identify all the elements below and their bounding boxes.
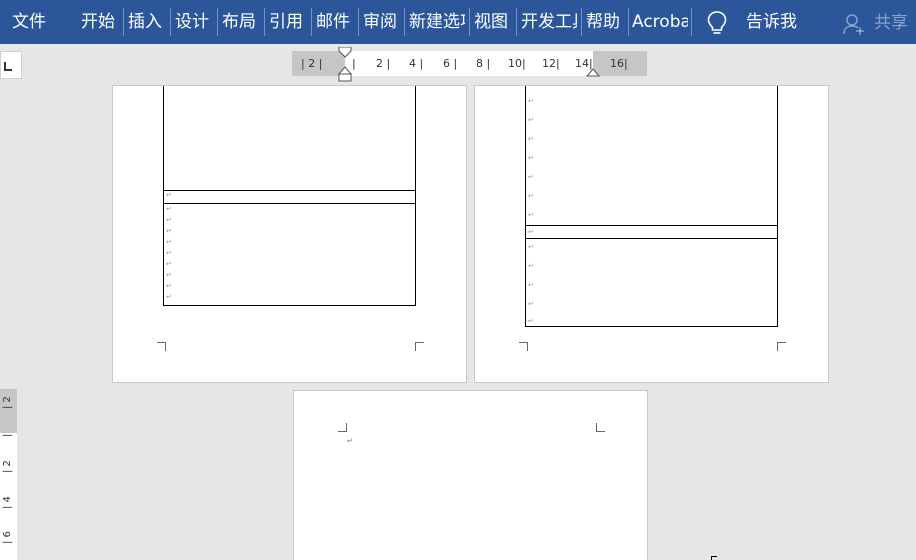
- tab-references[interactable]: 引用: [269, 0, 307, 44]
- ruler-tick-mark: |: [352, 57, 356, 70]
- tab-stop-selector[interactable]: [0, 51, 22, 79]
- tab-mailings[interactable]: 邮件: [316, 0, 354, 44]
- tab-new-tab[interactable]: 新建选项卡: [409, 0, 465, 44]
- paragraph-mark: ↵: [528, 135, 534, 143]
- paragraph-mark: ↵: [166, 249, 172, 257]
- paragraph-mark: ↵: [528, 97, 534, 105]
- tab-separator: [358, 8, 359, 36]
- ruler-tick-label: 12|: [542, 57, 560, 70]
- paragraph-mark: ↵: [528, 228, 534, 236]
- ribbon-tab-bar: 文件 开始 插入 设计 布局 引用 邮件 审阅 新建选项卡 视图 开发工具 帮助…: [0, 0, 916, 44]
- document-page[interactable]: ↵ ↵ ↵ ↵ ↵ ↵ ↵ ↵ ↵ ↵ ↵ ↵ ↵: [474, 85, 829, 383]
- tab-developer[interactable]: 开发工具: [521, 0, 577, 44]
- ruler-tick-label: 2 |: [376, 57, 391, 70]
- paragraph-mark: ↵: [528, 243, 534, 251]
- ruler-tick-label: | 4: [2, 496, 13, 509]
- mouse-pointer-icon: [711, 556, 717, 560]
- tab-separator: [170, 8, 171, 36]
- tab-separator: [264, 8, 265, 36]
- right-indent-marker[interactable]: [586, 67, 600, 77]
- tab-separator: [628, 8, 629, 36]
- paragraph-mark: ↵: [528, 300, 534, 308]
- tab-layout[interactable]: 布局: [222, 0, 260, 44]
- paragraph-mark: ↵: [528, 281, 534, 289]
- tab-separator: [469, 8, 470, 36]
- paragraph-mark: ↵: [166, 216, 172, 224]
- tab-file[interactable]: 文件: [12, 0, 52, 44]
- share-label: 共享: [874, 13, 908, 33]
- paragraph-mark: ↵: [528, 192, 534, 200]
- crop-mark: [338, 423, 347, 432]
- person-add-icon: [843, 14, 864, 35]
- table-border: [163, 305, 416, 306]
- tab-help[interactable]: 帮助: [586, 0, 624, 44]
- tab-home[interactable]: 开始: [81, 0, 119, 44]
- ruler-tick-label: 8 |: [476, 57, 491, 70]
- crop-mark: [415, 342, 424, 351]
- paragraph-mark: ↵: [166, 205, 172, 213]
- tab-separator: [404, 8, 405, 36]
- table-border: [525, 86, 526, 327]
- paragraph-mark: ↵: [528, 262, 534, 270]
- table-border: [163, 203, 416, 204]
- table-border: [525, 238, 778, 239]
- paragraph-mark: ↵: [166, 191, 172, 199]
- ruler-tick-label: 6 |: [443, 57, 458, 70]
- paragraph-mark: ↵: [166, 293, 172, 301]
- tab-insert[interactable]: 插入: [128, 0, 166, 44]
- horizontal-ruler[interactable]: | 2 | | 2 | 4 | 6 | 8 | 10| 12| 14| 16|: [292, 47, 647, 82]
- tell-me-search[interactable]: 告诉我: [746, 0, 806, 44]
- tab-review[interactable]: 审阅: [363, 0, 401, 44]
- crop-mark: [519, 342, 528, 351]
- tab-separator: [311, 8, 312, 36]
- paragraph-mark: ↵: [166, 271, 172, 279]
- tab-separator: [123, 8, 124, 36]
- vertical-ruler[interactable]: | 2 | | 2 | 4 | 6: [0, 389, 17, 560]
- paragraph-mark: ↵: [528, 317, 534, 325]
- paragraph-mark: ↵: [528, 154, 534, 162]
- indent-markers[interactable]: [338, 47, 352, 83]
- ruler-tick-label: 4 |: [409, 57, 424, 70]
- table-border: [777, 86, 778, 327]
- document-page[interactable]: ↵ ↵ ↵ ↵ ↵ ↵ ↵ ↵ ↵ ↵: [112, 85, 467, 383]
- lightbulb-icon[interactable]: [706, 10, 728, 36]
- table-border: [163, 86, 164, 306]
- tab-separator: [217, 8, 218, 36]
- tab-separator: [581, 8, 582, 36]
- tab-acrobat[interactable]: Acrobat: [632, 0, 688, 44]
- document-page[interactable]: ↵: [293, 390, 648, 560]
- tab-design[interactable]: 设计: [175, 0, 213, 44]
- paragraph-mark: ↵: [166, 282, 172, 290]
- ruler-tick-label: | 6: [2, 531, 13, 544]
- tab-separator: [516, 8, 517, 36]
- ruler-tick-label: | 2: [2, 396, 13, 409]
- crop-mark: [596, 423, 605, 432]
- ruler-tick-label: | 2: [2, 460, 13, 473]
- table-border: [525, 225, 778, 226]
- ruler-tick-label: 16|: [610, 57, 628, 70]
- table-border: [525, 326, 778, 327]
- table-border: [163, 190, 416, 191]
- paragraph-mark: ↵: [528, 211, 534, 219]
- paragraph-mark: ↵: [347, 437, 353, 445]
- paragraph-mark: ↵: [528, 173, 534, 181]
- paragraph-mark: ↵: [528, 116, 534, 124]
- tab-view[interactable]: 视图: [474, 0, 512, 44]
- ruler-tick-mark: |: [2, 433, 13, 437]
- crop-mark: [777, 342, 786, 351]
- ruler-tick-label: | 2 |: [301, 57, 323, 70]
- ruler-tick-label: 10|: [508, 57, 526, 70]
- tab-separator: [691, 8, 692, 36]
- paragraph-mark: ↵: [166, 260, 172, 268]
- table-border: [415, 86, 416, 306]
- paragraph-mark: ↵: [166, 227, 172, 235]
- crop-mark: [157, 342, 166, 351]
- paragraph-mark: ↵: [166, 238, 172, 246]
